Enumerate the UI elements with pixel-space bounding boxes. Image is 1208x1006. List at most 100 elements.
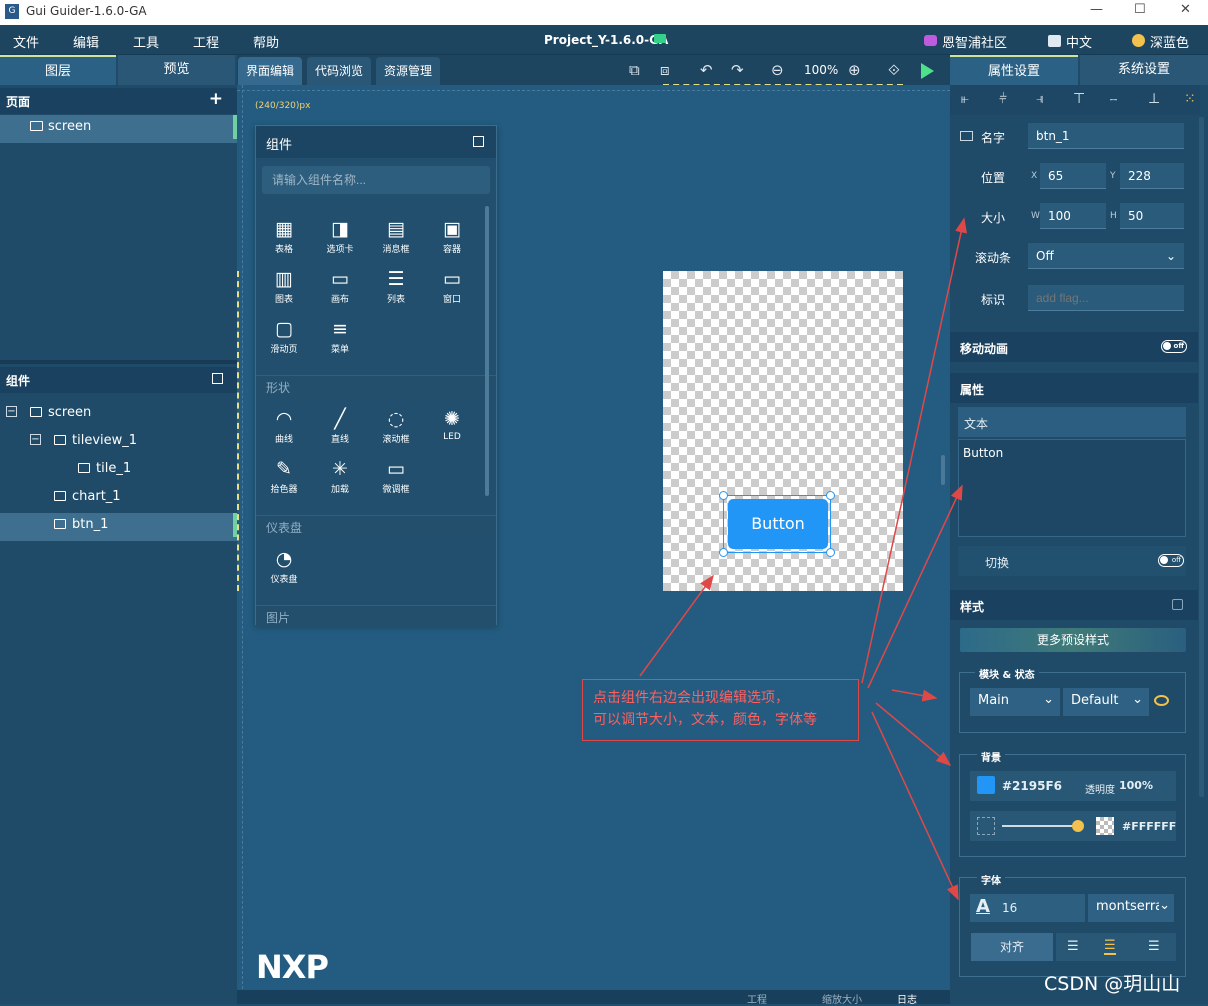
palette-item[interactable]: ◠ 曲线 (259, 406, 309, 445)
menu-file[interactable]: 文件 (13, 32, 39, 51)
x-field[interactable]: 65 (1040, 163, 1106, 189)
menu-edit[interactable]: 编辑 (73, 32, 99, 51)
gradient-slider-track[interactable] (1002, 825, 1077, 827)
y-field[interactable]: 228 (1120, 163, 1184, 189)
part-select[interactable]: Main ⌄ (970, 688, 1060, 716)
code-gen-icon[interactable]: ⟐ (888, 61, 900, 79)
palette-section-title[interactable]: 图片 (256, 605, 496, 627)
tab-ui-editor[interactable]: 界面编辑 (238, 57, 303, 85)
palette-item[interactable]: ▭ 窗口 (427, 266, 477, 305)
font-select[interactable]: montserrat ⌄ (1088, 894, 1174, 922)
grid-icon[interactable]: ⁙ (1184, 91, 1196, 107)
palette-item[interactable]: ◨ 选项卡 (315, 216, 365, 255)
palette-section-title[interactable]: 形状 (256, 375, 496, 397)
palette-item[interactable]: ✎ 拾色器 (259, 456, 309, 495)
palette-item[interactable]: ▭ 画布 (315, 266, 365, 305)
button-widget[interactable]: Button (728, 499, 828, 549)
grad-color-value[interactable]: #FFFFFF (1122, 820, 1176, 833)
resize-handle[interactable] (719, 491, 728, 500)
font-size-field[interactable]: A 16 (970, 894, 1085, 922)
tree-item[interactable]: − tileview_1 (0, 429, 237, 453)
collapse-icon[interactable]: − (30, 434, 41, 445)
palette-item[interactable]: ▦ 表格 (259, 216, 309, 255)
popout-icon[interactable] (473, 136, 484, 147)
redo-icon[interactable]: ↷ (731, 61, 744, 79)
palette-item[interactable]: ▤ 消息框 (371, 216, 421, 255)
minimize-icon[interactable]: — (1090, 2, 1103, 17)
theme-switch[interactable]: 深蓝色 (1150, 32, 1189, 51)
align-bottom-icon[interactable]: ⊥ (1148, 91, 1160, 107)
height-field[interactable]: 50 (1120, 203, 1184, 229)
palette-item[interactable]: ╱ 直线 (315, 406, 365, 445)
align-center-h-icon[interactable]: ⫩ (999, 91, 1007, 107)
bg-color-swatch[interactable] (977, 776, 995, 794)
undo-icon[interactable]: ↶ (700, 61, 713, 79)
palette-search-input[interactable] (262, 166, 490, 194)
popout-icon[interactable] (212, 373, 223, 384)
language-switch[interactable]: 中文 (1066, 32, 1092, 51)
tab-properties[interactable]: 属性设置 (950, 55, 1078, 85)
tab-layers[interactable]: 图层 (0, 55, 116, 85)
folder-icon[interactable] (654, 34, 666, 43)
menu-project[interactable]: 工程 (193, 32, 219, 51)
tree-item[interactable]: tile_1 (0, 457, 237, 481)
palette-item[interactable]: ◌ 滚动框 (371, 406, 421, 445)
community-link[interactable]: 恩智浦社区 (942, 32, 1007, 51)
zoom-in-icon[interactable]: ⊕ (848, 61, 861, 79)
palette-item[interactable]: ≡ 菜单 (315, 316, 365, 355)
tree-item[interactable]: chart_1 (0, 485, 237, 509)
align-right-icon[interactable]: ⫣ (1036, 91, 1044, 107)
bg-color-value[interactable]: #2195F6 (1002, 779, 1062, 793)
resize-handle[interactable] (826, 491, 835, 500)
palette-item[interactable]: ✳ 加载 (315, 456, 365, 495)
eye-icon[interactable] (1154, 695, 1169, 706)
palette-item[interactable]: ▭ 微调框 (371, 456, 421, 495)
grad-color-swatch[interactable] (1096, 817, 1114, 835)
run-icon[interactable] (921, 63, 934, 79)
tree-item[interactable]: − screen (0, 401, 237, 425)
state-select[interactable]: Default ⌄ (1063, 688, 1149, 716)
flag-input[interactable] (1036, 286, 1176, 310)
scrollbar-select[interactable]: Off ⌄ (1028, 243, 1184, 269)
text-area[interactable]: Button (958, 439, 1186, 537)
animation-toggle[interactable]: off (1161, 340, 1187, 353)
flag-field[interactable] (1028, 285, 1184, 311)
tab-preview[interactable]: 预览 (118, 55, 235, 85)
collapse-icon[interactable]: − (6, 406, 17, 417)
splitter[interactable] (0, 360, 237, 364)
text-align-left-icon[interactable]: ☰ (1067, 939, 1079, 954)
align-left-icon[interactable]: ⫦ (961, 91, 969, 107)
opacity-value[interactable]: 100% (1119, 779, 1153, 792)
palette-item[interactable]: ▥ 图表 (259, 266, 309, 305)
bring-front-icon[interactable]: ⧉ (629, 61, 640, 79)
close-icon[interactable]: ✕ (1180, 2, 1191, 17)
palette-item[interactable]: ☰ 列表 (371, 266, 421, 305)
tab-system[interactable]: 系统设置 (1080, 55, 1208, 85)
image-icon[interactable] (977, 817, 995, 835)
text-align-center-icon[interactable]: ☰ (1104, 938, 1116, 955)
palette-section-title[interactable]: 仪表盘 (256, 515, 496, 537)
menu-help[interactable]: 帮助 (253, 32, 279, 51)
switch-toggle[interactable]: off (1158, 554, 1184, 567)
palette-item[interactable]: ✺ LED (427, 406, 477, 442)
properties-scrollbar[interactable] (1199, 117, 1204, 797)
zoom-out-icon[interactable]: ⊖ (771, 61, 784, 79)
canvas-scrollbar[interactable] (941, 455, 945, 485)
text-align-right-icon[interactable]: ☰ (1148, 939, 1160, 954)
width-field[interactable]: 100 (1040, 203, 1106, 229)
tab-code-view[interactable]: 代码浏览 (307, 57, 372, 85)
maximize-icon[interactable]: ☐ (1134, 2, 1146, 17)
add-page-icon[interactable]: + (209, 89, 223, 109)
gradient-slider-thumb[interactable] (1072, 820, 1084, 832)
align-top-icon[interactable]: ⊤ (1073, 91, 1085, 107)
more-presets-button[interactable]: 更多预设样式 (960, 628, 1186, 652)
resize-handle[interactable] (719, 548, 728, 557)
save-style-icon[interactable] (1172, 599, 1183, 610)
palette-item[interactable]: ▣ 容器 (427, 216, 477, 255)
page-item-screen[interactable]: screen (0, 115, 237, 143)
menu-tools[interactable]: 工具 (133, 32, 159, 51)
palette-item[interactable]: ◔ 仪表盘 (259, 546, 309, 585)
send-back-icon[interactable]: ⧈ (660, 61, 670, 79)
name-field[interactable]: btn_1 (1028, 123, 1184, 149)
tab-resources[interactable]: 资源管理 (376, 57, 441, 85)
